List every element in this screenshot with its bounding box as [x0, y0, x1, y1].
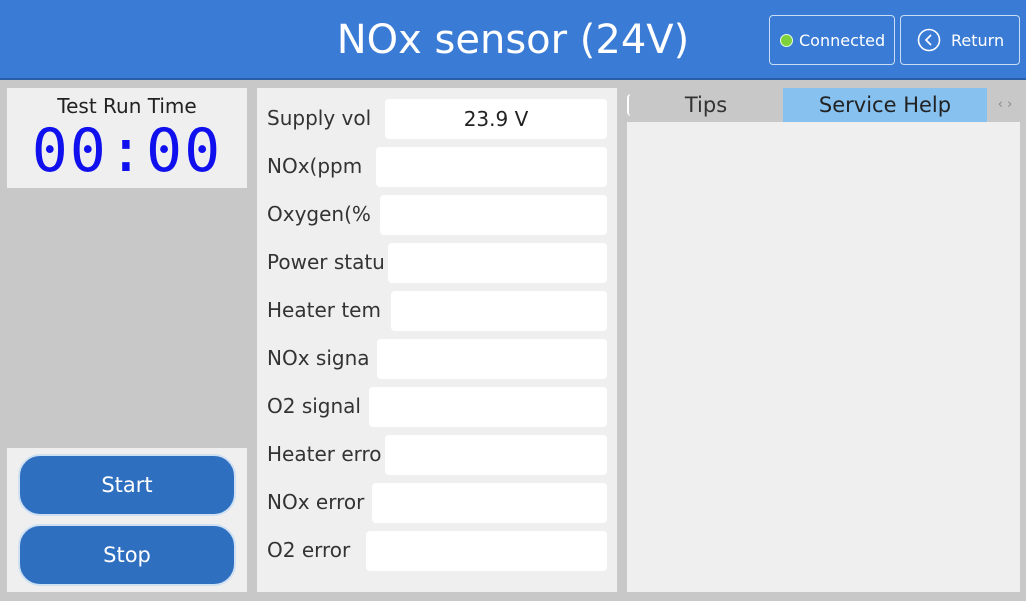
help-panel: Tips Service Help ‹ ›: [627, 88, 1020, 592]
reading-value: [391, 291, 607, 331]
reading-label: Supply vol: [267, 106, 372, 130]
tab-scroll-arrows-icon[interactable]: ‹ ›: [990, 88, 1020, 122]
reading-value: [366, 531, 607, 571]
reading-row: Heater tem: [257, 291, 617, 331]
reading-row: Power statu: [257, 243, 617, 283]
reading-label: Power statu: [267, 250, 385, 274]
reading-value: [369, 387, 607, 427]
help-tab-bar: Tips Service Help ‹ ›: [627, 88, 1020, 122]
header-bar: NOx sensor (24V) Connected Return: [0, 0, 1026, 80]
connection-status-dot-icon: [780, 33, 793, 47]
timer-label: Test Run Time: [57, 94, 197, 118]
reading-row: O2 signal: [257, 387, 617, 427]
reading-row: Heater erro: [257, 435, 617, 475]
reading-label: O2 error: [267, 538, 351, 562]
return-label: Return: [951, 30, 1005, 50]
readings-panel: Supply vol 23.9 V NOx(ppm Oxygen(% Power…: [257, 88, 617, 592]
reading-label: NOx signa: [267, 346, 370, 370]
timer-display: 00:00: [31, 116, 223, 186]
reading-label: O2 signal: [267, 394, 361, 418]
reading-row: Supply vol 23.9 V: [257, 99, 617, 139]
reading-label: NOx error: [267, 490, 365, 514]
reading-label: NOx(ppm: [267, 154, 363, 178]
reading-label: Oxygen(%: [267, 202, 371, 226]
return-button[interactable]: Return: [900, 15, 1020, 65]
tab-tips[interactable]: Tips: [631, 88, 781, 122]
reading-row: NOx signa: [257, 339, 617, 379]
reading-value: [376, 147, 607, 187]
test-run-timer-panel: Test Run Time 00:00: [7, 88, 247, 188]
reading-row: O2 error: [257, 531, 617, 571]
reading-value: [385, 435, 607, 475]
connection-status-button[interactable]: Connected: [769, 15, 895, 65]
reading-label: Heater erro: [267, 442, 382, 466]
reading-label: Heater tem: [267, 298, 381, 322]
reading-value: [377, 339, 607, 379]
reading-value: [372, 483, 607, 523]
reading-row: NOx error: [257, 483, 617, 523]
start-button[interactable]: Start: [18, 454, 236, 516]
reading-row: NOx(ppm: [257, 147, 617, 187]
reading-value: 23.9 V: [385, 99, 607, 139]
reading-row: Oxygen(%: [257, 195, 617, 235]
connection-status-label: Connected: [799, 30, 886, 50]
stop-button[interactable]: Stop: [18, 524, 236, 586]
control-panel: Start Stop: [7, 448, 247, 592]
reading-value: [388, 243, 607, 283]
reading-value: [380, 195, 607, 235]
tab-service-help[interactable]: Service Help: [783, 88, 987, 122]
back-arrow-icon: [917, 28, 941, 52]
